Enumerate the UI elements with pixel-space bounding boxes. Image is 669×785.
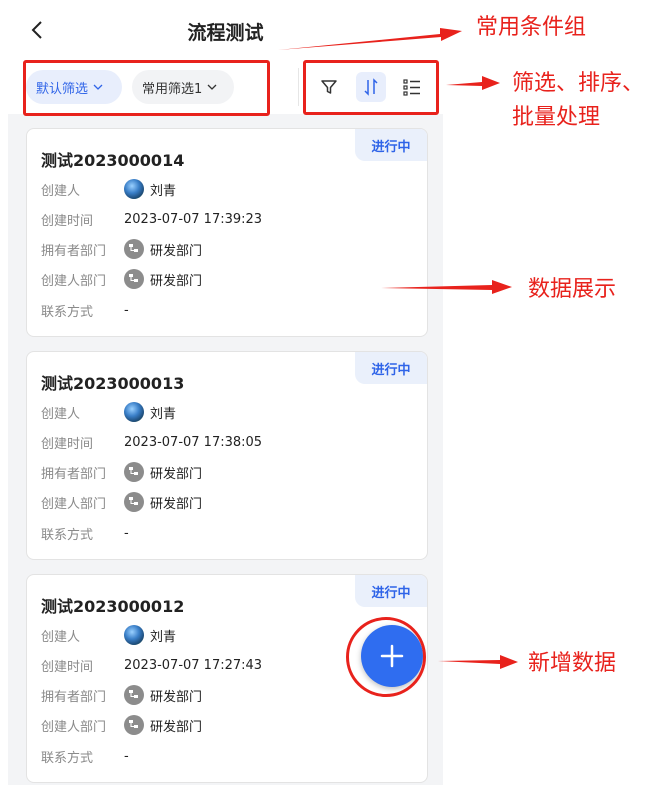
annotation-filter-sort-batch-2: 批量处理 — [512, 105, 601, 130]
annotation-add-data: 新增数据 — [528, 651, 617, 676]
annotation-filter-sort-batch-1: 筛选、排序、 — [512, 71, 645, 96]
annotation-data-display: 数据展示 — [528, 277, 617, 302]
annotation-common-groups: 常用条件组 — [476, 15, 587, 40]
